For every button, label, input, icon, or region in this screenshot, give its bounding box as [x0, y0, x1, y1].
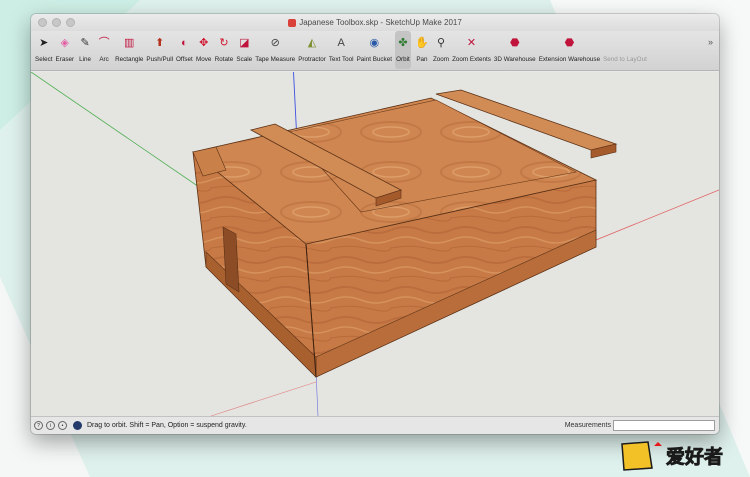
watermark-emblem	[621, 441, 653, 471]
model-viewport[interactable]	[31, 61, 719, 417]
tool-text-tool[interactable]: A Text Tool	[329, 31, 354, 69]
paint-bucket-icon: ◉	[369, 36, 380, 49]
tool-label: Push/Pull	[146, 56, 174, 63]
app-window: Japanese Toolbox.skp - SketchUp Make 201…	[31, 14, 719, 434]
tool-orbit[interactable]: ✤ Orbit	[394, 31, 411, 69]
pan-hand-icon: ✋	[415, 36, 429, 49]
push-pull-icon: ⬆	[155, 36, 165, 49]
tool-label: Protractor	[298, 56, 326, 63]
blue-axis-line-below	[315, 371, 319, 417]
tool-label: Send to LayOut	[603, 56, 647, 63]
tool-rotate[interactable]: ↻ Rotate	[215, 31, 234, 69]
tool-label: Paint Bucket	[356, 56, 392, 63]
tool-label: Extension Warehouse	[538, 56, 601, 63]
measurements-label: Measurements	[564, 422, 611, 429]
tool-scale[interactable]: ◪ Scale	[236, 31, 252, 69]
user-icon[interactable]: •	[58, 421, 67, 430]
red-axis-line-neg	[210, 381, 317, 417]
measurements-input[interactable]	[613, 420, 715, 431]
tool-label: 3D Warehouse	[493, 56, 536, 63]
tape-measure-icon: ⊘	[270, 36, 280, 49]
text-tool-icon: A	[337, 36, 345, 49]
eraser-icon: ◈	[60, 36, 70, 49]
tool-label: Rotate	[214, 56, 234, 63]
tool-arc[interactable]: ⌒ Arc	[96, 31, 112, 69]
orbit-icon: ✤	[398, 36, 408, 49]
window-title-text: Japanese Toolbox.skp - SketchUp Make 201…	[299, 18, 462, 27]
window-controls	[38, 18, 75, 27]
tool-zoom[interactable]: ⚲ Zoom	[433, 31, 449, 69]
watermark-text: 爱好者	[666, 445, 723, 468]
title-bar[interactable]: Japanese Toolbox.skp - SketchUp Make 201…	[31, 14, 719, 31]
red-axis-line	[590, 189, 719, 243]
select-arrow-icon: ➤	[39, 36, 49, 49]
rotate-icon: ↻	[219, 36, 229, 49]
tool-pan[interactable]: ✋ Pan	[414, 31, 430, 69]
minimize-window-button[interactable]	[52, 18, 61, 27]
toolbar-overflow-chevron-icon[interactable]: »	[708, 37, 713, 47]
tool-line[interactable]: ✎ Line	[77, 31, 93, 69]
tool-label: Eraser	[55, 56, 75, 63]
send-to-layout-icon	[617, 35, 633, 51]
extension-warehouse-icon: ⬣	[564, 36, 575, 49]
tool-label: Zoom	[432, 56, 450, 63]
close-window-button[interactable]	[38, 18, 47, 27]
info-icon[interactable]: ?	[34, 421, 43, 430]
tool-label: Rectangle	[115, 56, 144, 63]
tool-zoom-extents[interactable]: ✕ Zoom Extents	[452, 31, 491, 69]
arc-icon: ⌒	[98, 36, 110, 49]
tool-label: Tape Measure	[255, 56, 296, 63]
watermark-logo: 爱好者	[621, 441, 723, 471]
document-icon	[288, 18, 297, 27]
pencil-icon: ✎	[80, 36, 90, 49]
tool-send-to-layout[interactable]: Send to LayOut	[603, 31, 647, 69]
tool-paint-bucket[interactable]: ◉ Paint Bucket	[357, 31, 392, 69]
watermark-accent	[654, 442, 662, 446]
status-message: Drag to orbit. Shift = Pan, Option = sus…	[87, 422, 247, 429]
window-title: Japanese Toolbox.skp - SketchUp Make 201…	[288, 18, 462, 27]
tool-label: Orbit	[396, 56, 410, 63]
warehouse-icon: ⬣	[510, 36, 520, 49]
tool-eraser[interactable]: ◈ Eraser	[56, 31, 75, 69]
credits-icon[interactable]: i	[46, 421, 55, 430]
tool-label: Offset	[176, 56, 193, 63]
tool-offset[interactable]: ◐ Offset	[176, 31, 193, 69]
move-icon: ✥	[199, 36, 209, 49]
protractor-icon: ◭	[307, 36, 317, 49]
tool-label: Move	[196, 56, 212, 63]
tool-move[interactable]: ✥ Move	[196, 31, 212, 69]
offset-icon: ◐	[181, 36, 188, 49]
tool-protractor[interactable]: ◭ Protractor	[298, 31, 326, 69]
tool-label: Arc	[99, 56, 109, 63]
tool-select[interactable]: ➤ Select	[35, 31, 53, 69]
orbit-indicator-icon	[73, 421, 82, 430]
green-axis-line	[31, 71, 222, 203]
model-canvas[interactable]	[31, 61, 719, 417]
tool-3d-warehouse[interactable]: ⬣ 3D Warehouse	[494, 31, 536, 69]
tool-tape-measure[interactable]: ⊘ Tape Measure	[255, 31, 295, 69]
tool-label: Zoom Extents	[452, 56, 491, 63]
tool-label: Select	[35, 56, 53, 63]
zoom-extents-icon: ✕	[466, 36, 477, 49]
tool-label: Pan	[416, 56, 428, 63]
tool-label: Scale	[236, 56, 253, 63]
status-bar: ? i • Drag to orbit. Shift = Pan, Option =…	[31, 416, 719, 434]
zoom-window-button[interactable]	[66, 18, 75, 27]
rectangle-icon: ▥	[124, 36, 135, 49]
scale-icon: ◪	[239, 36, 250, 49]
tool-rectangle[interactable]: ▥ Rectangle	[115, 31, 143, 69]
zoom-icon: ⚲	[436, 36, 446, 49]
toolbar: ➤ Select ◈ Eraser ✎ Line ⌒ Arc ▥ Rectangle ⬆ Push/P…	[31, 31, 719, 71]
tool-push-pull[interactable]: ⬆ Push/Pull	[146, 31, 173, 69]
tool-label: Line	[79, 56, 92, 63]
tool-extension-warehouse[interactable]: ⬣ Extension Warehouse	[539, 31, 600, 69]
tool-label: Text Tool	[328, 56, 354, 63]
